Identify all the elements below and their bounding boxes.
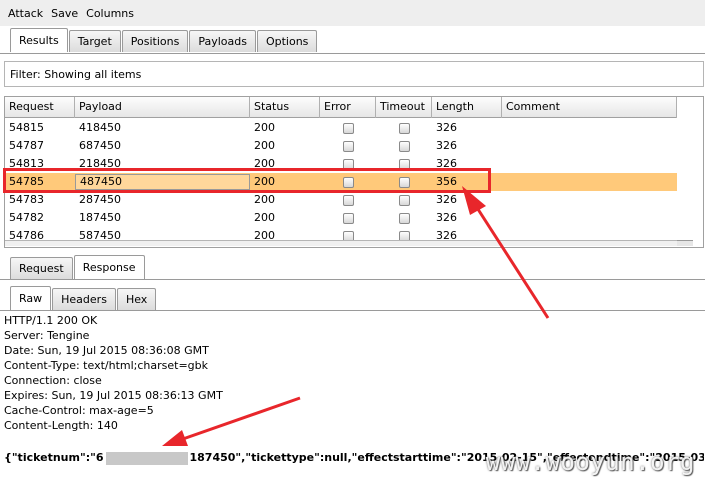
scrollbar-corner [677, 240, 693, 246]
col-status[interactable]: Status [250, 97, 320, 118]
error-checkbox[interactable] [343, 123, 354, 134]
cell-status: 200 [254, 193, 275, 206]
cell-request: 54787 [9, 139, 44, 152]
tab-target[interactable]: Target [68, 30, 121, 52]
table-row[interactable]: 54785 487450 200 356 [5, 173, 677, 191]
cell-payload: 218450 [79, 157, 121, 170]
cell-status: 200 [254, 121, 275, 134]
filter-bar[interactable]: Filter: Showing all items [4, 61, 704, 87]
cell-payload: 418450 [79, 121, 121, 134]
cell-status: 200 [254, 157, 275, 170]
tab-positions[interactable]: Positions [121, 30, 189, 52]
tab-request[interactable]: Request [10, 257, 73, 279]
tab-raw[interactable]: Raw [10, 286, 52, 310]
error-checkbox[interactable] [343, 195, 354, 206]
tab-results[interactable]: Results [10, 28, 68, 52]
response-line: HTTP/1.1 200 OK [4, 314, 98, 327]
menu-columns[interactable]: Columns [86, 7, 134, 20]
cell-request: 54813 [9, 157, 44, 170]
redacted-block [105, 451, 188, 465]
timeout-checkbox[interactable] [399, 177, 410, 188]
menu-bar: Attack Save Columns [0, 0, 705, 26]
response-body: HTTP/1.1 200 OK Server: Tengine Date: Su… [4, 313, 704, 433]
results-table: Request Payload Status Error Timeout Len… [4, 96, 704, 248]
table-row[interactable]: 54782 187450 200 326 [5, 209, 677, 227]
cell-payload: 487450 [75, 174, 250, 190]
response-line: Server: Tengine [4, 329, 90, 342]
error-checkbox[interactable] [343, 141, 354, 152]
request-response-tabs: Request Response [10, 255, 146, 279]
error-checkbox[interactable] [343, 177, 354, 188]
view-tabs: Raw Headers Hex [10, 286, 157, 310]
tab-response[interactable]: Response [73, 255, 145, 279]
table-row[interactable]: 54813 218450 200 326 [5, 155, 677, 173]
tab-headers[interactable]: Headers [52, 288, 116, 310]
timeout-checkbox[interactable] [399, 159, 410, 170]
cell-request: 54785 [9, 175, 44, 188]
timeout-checkbox[interactable] [399, 195, 410, 206]
timeout-checkbox[interactable] [399, 213, 410, 224]
col-timeout[interactable]: Timeout [376, 97, 432, 118]
response-line: Content-Length: 140 [4, 419, 118, 432]
cell-length: 356 [436, 175, 457, 188]
cell-payload: 287450 [79, 193, 121, 206]
table-row[interactable]: 54787 687450 200 326 [5, 137, 677, 155]
response-line: Connection: close [4, 374, 102, 387]
main-tabs: Results Target Positions Payloads Option… [10, 28, 318, 52]
tab-divider [0, 310, 705, 311]
watermark: www.wooyun.org [485, 448, 695, 476]
cell-length: 326 [436, 157, 457, 170]
cell-status: 200 [254, 175, 275, 188]
cell-length: 326 [436, 211, 457, 224]
tab-payloads[interactable]: Payloads [189, 30, 256, 52]
response-line: Date: Sun, 19 Jul 2015 08:36:08 GMT [4, 344, 209, 357]
cell-payload: 687450 [79, 139, 121, 152]
col-error[interactable]: Error [320, 97, 376, 118]
table-header: Request Payload Status Error Timeout Len… [5, 97, 677, 118]
error-checkbox[interactable] [343, 159, 354, 170]
col-comment[interactable]: Comment [502, 97, 677, 118]
cell-status: 200 [254, 211, 275, 224]
timeout-checkbox[interactable] [399, 141, 410, 152]
cell-length: 326 [436, 193, 457, 206]
table-row[interactable]: 54815 418450 200 326 [5, 119, 677, 137]
response-line: Expires: Sun, 19 Jul 2015 08:36:13 GMT [4, 389, 223, 402]
menu-attack[interactable]: Attack [8, 7, 43, 20]
col-length[interactable]: Length [432, 97, 502, 118]
cell-request: 54783 [9, 193, 44, 206]
response-line: Cache-Control: max-age=5 [4, 404, 154, 417]
col-request[interactable]: Request [5, 97, 75, 118]
json-start: {"ticketnum":"6 [4, 451, 104, 464]
menu-save[interactable]: Save [51, 7, 78, 20]
cell-length: 326 [436, 121, 457, 134]
cell-payload: 187450 [79, 211, 121, 224]
cell-request: 54815 [9, 121, 44, 134]
cell-status: 200 [254, 139, 275, 152]
timeout-checkbox[interactable] [399, 123, 410, 134]
error-checkbox[interactable] [343, 213, 354, 224]
cell-length: 326 [436, 139, 457, 152]
table-row[interactable]: 54783 287450 200 326 [5, 191, 677, 209]
tab-options[interactable]: Options [256, 30, 318, 52]
tab-divider [0, 279, 705, 280]
tab-hex[interactable]: Hex [116, 288, 157, 310]
cell-request: 54782 [9, 211, 44, 224]
horizontal-scrollbar[interactable] [5, 240, 677, 246]
tab-divider [0, 53, 705, 54]
response-line: Content-Type: text/html;charset=gbk [4, 359, 208, 372]
col-payload[interactable]: Payload [75, 97, 250, 118]
